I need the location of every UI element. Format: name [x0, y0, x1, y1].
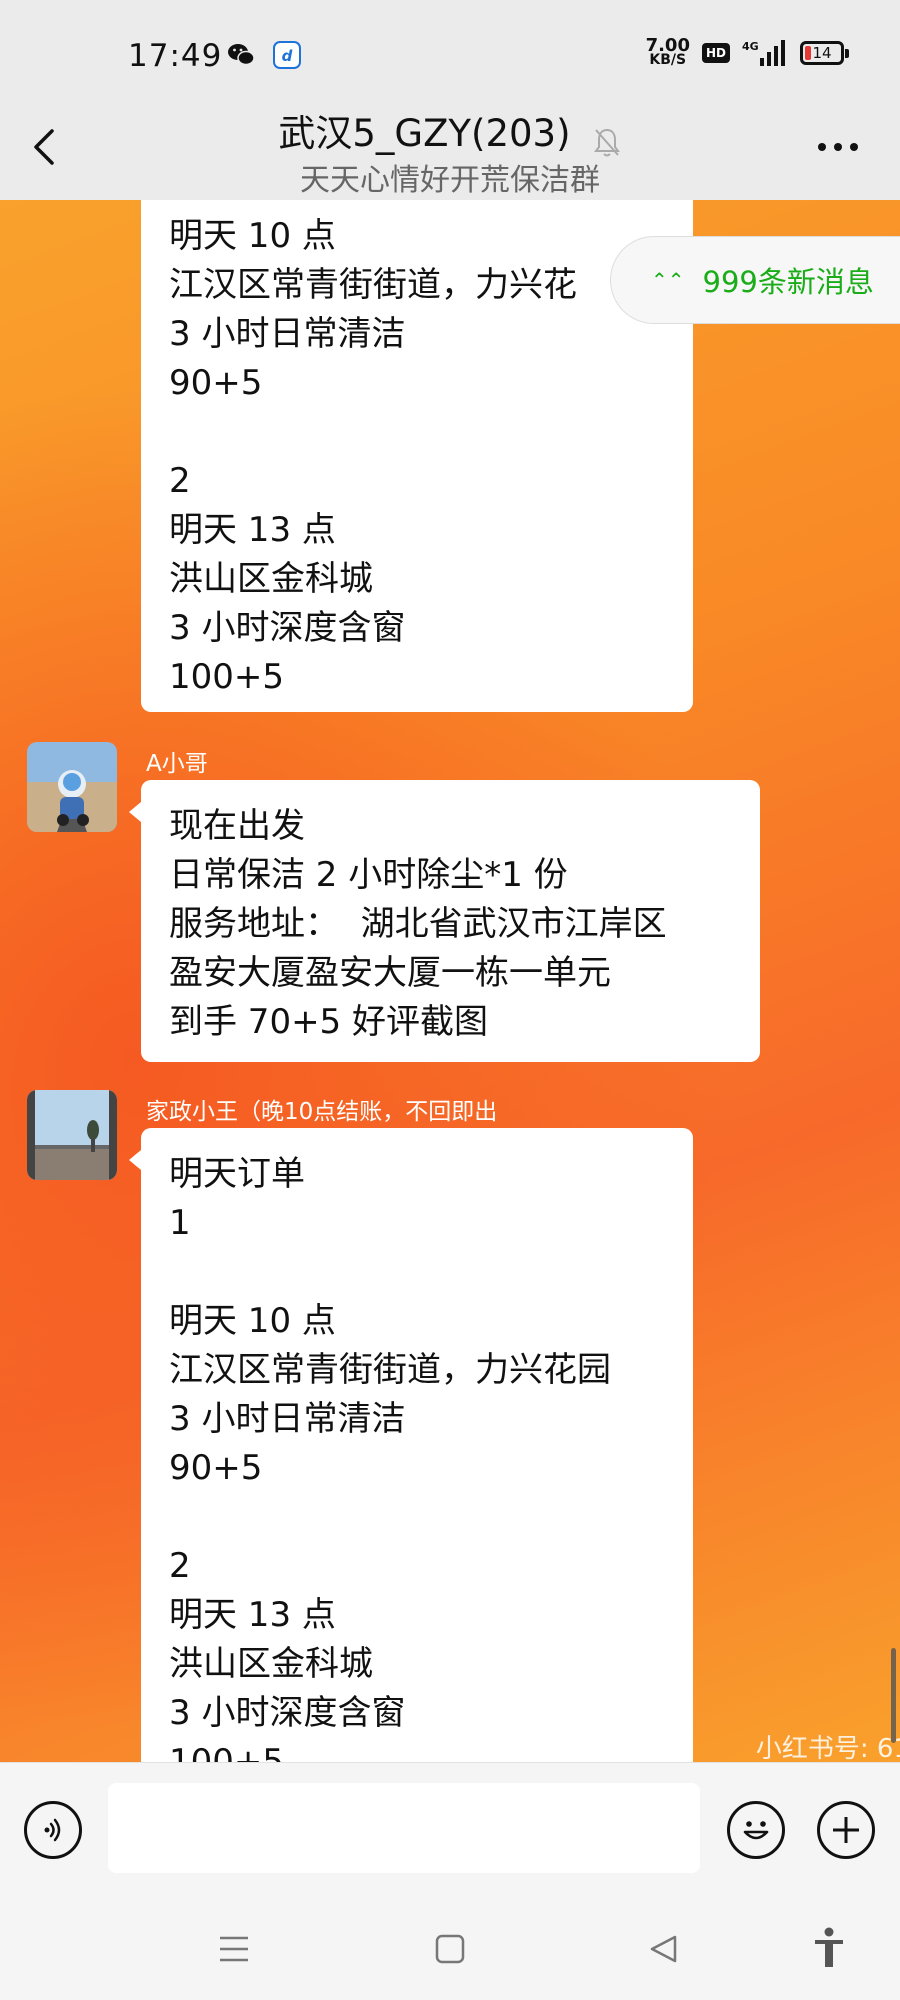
- back-triangle-icon[interactable]: [648, 1933, 680, 1965]
- message-line: 服务地址： 湖北省武汉市江岸区: [169, 904, 667, 944]
- avatar[interactable]: [27, 1090, 117, 1180]
- accessibility-icon[interactable]: [812, 1927, 846, 1971]
- message-line: 100+5: [169, 1742, 285, 1762]
- sender-name: 家政小王（晚10点结账，不回即出: [146, 1099, 498, 1125]
- net-speed: 7.00 KB/S: [645, 35, 690, 68]
- message-line: 日常保洁 2 小时除尘*1 份: [169, 855, 568, 895]
- message-line: [169, 1493, 665, 1542]
- message-line: 明天 10 点: [169, 216, 336, 256]
- message-line: 100+5: [169, 657, 285, 697]
- svg-text:4G: 4G: [742, 40, 759, 53]
- system-nav-bar: [0, 1897, 900, 2000]
- signal-icon: 4G: [742, 40, 785, 66]
- message-line: 3 小时深度含窗: [169, 1693, 406, 1733]
- chat-title: 武汉5_GZY(203): [278, 112, 571, 155]
- message-line: 洪山区金科城: [169, 559, 373, 599]
- home-icon[interactable]: [434, 1933, 466, 1965]
- message-line: 90+5: [169, 1448, 263, 1488]
- message-bubble[interactable]: 现在出发日常保洁 2 小时除尘*1 份服务地址： 湖北省武汉市江岸区 盈安大厦盈安…: [129, 780, 760, 1062]
- message-line: 现在出发: [169, 806, 305, 846]
- message-line: 江汉区常青街街道，力兴花: [169, 265, 577, 305]
- wechat-icon: [228, 44, 255, 66]
- message-line: 1: [169, 1203, 191, 1243]
- chat-area[interactable]: 明天 10 点江汉区常青街街道，力兴花 3 小时日常清洁 90+5 2 明天 13 点洪…: [0, 200, 900, 1762]
- message-line: 2: [169, 1546, 191, 1586]
- input-bar: [0, 1762, 900, 1898]
- title-row: 武汉5_GZY(203): [0, 103, 900, 158]
- message-line: 3 小时日常清洁: [169, 314, 406, 354]
- emoji-button[interactable]: [727, 1801, 785, 1859]
- status-right: 7.00 KB/S HD 4G 14: [645, 35, 849, 68]
- smiley-icon: [743, 1821, 769, 1840]
- message-line: 3 小时日常清洁: [169, 1399, 406, 1439]
- sender-name: A小哥: [146, 751, 208, 777]
- message-line: 明天订单: [169, 1154, 305, 1194]
- voice-button[interactable]: [24, 1801, 82, 1859]
- message-line: 明天 13 点: [169, 510, 336, 550]
- avatar[interactable]: [27, 742, 117, 832]
- voice-icon: [44, 1818, 61, 1842]
- message-line: 2: [169, 461, 191, 501]
- message-line: 3 小时深度含窗: [169, 608, 406, 648]
- app-icon: d: [273, 41, 301, 69]
- mute-bell-icon: [593, 128, 620, 156]
- message-input[interactable]: [108, 1783, 700, 1873]
- watermark: 小红书号: 61: [755, 1734, 900, 1762]
- message-line: 90+5: [169, 363, 263, 403]
- battery-icon: 14: [800, 41, 849, 65]
- plus-icon: [833, 1817, 859, 1843]
- message-line: 江汉区常青街街道，力兴花园: [169, 1350, 611, 1390]
- message-line: 明天 13 点: [169, 1595, 336, 1635]
- chat-subtitle: 天天心情好开荒保洁群: [300, 163, 600, 198]
- svg-text:d: d: [282, 47, 293, 65]
- message-line: 洪山区金科城: [169, 1644, 373, 1684]
- message-line: 明天 10 点: [169, 1301, 336, 1341]
- message-line: 到手 70+5 好评截图: [169, 1002, 488, 1042]
- hd-badge: HD: [701, 43, 730, 63]
- message-line: 盈安大厦盈安大厦一栋一单元: [169, 953, 611, 993]
- new-messages-button[interactable]: ⌃⌃ 999条新消息: [610, 236, 900, 324]
- status-time: 17:49: [128, 38, 223, 74]
- menu-icon[interactable]: [218, 1933, 250, 1965]
- message-line: [169, 1248, 665, 1297]
- double-chevron-up-icon: ⌃⌃: [651, 268, 685, 292]
- message-bubble[interactable]: 明天订单 1 明天 10 点江汉区常青街街道，力兴花园 3 小时日常清洁 90+5 2 明天…: [129, 1128, 693, 1762]
- message-line: [169, 408, 665, 457]
- chat-header: 武汉5_GZY(203) 天天心情好开荒保洁群: [0, 85, 900, 200]
- more-functions-button[interactable]: [817, 1801, 875, 1859]
- more-options-icon[interactable]: [818, 143, 858, 151]
